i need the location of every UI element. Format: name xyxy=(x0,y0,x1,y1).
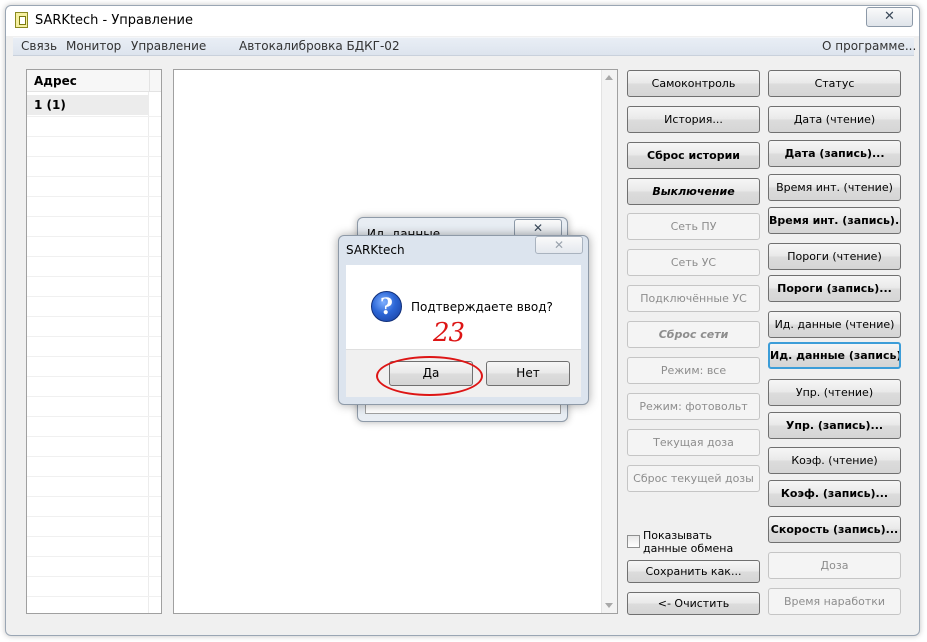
integration-time-read-button[interactable]: Время инт. (чтение) xyxy=(768,174,901,201)
mode-all-button[interactable]: Режим: все xyxy=(627,357,760,384)
question-icon: ? xyxy=(371,291,402,322)
grid-line xyxy=(27,496,161,497)
connected-us-button[interactable]: Подключённые УС xyxy=(627,285,760,312)
scroll-up-arrow-icon[interactable] xyxy=(605,75,613,80)
confirm-dialog-title: SARKtech xyxy=(346,243,405,257)
grid-line xyxy=(27,116,161,117)
grid-line xyxy=(27,376,161,377)
grid-line xyxy=(27,196,161,197)
network-pu-button[interactable]: Сеть ПУ xyxy=(627,213,760,240)
confirm-message: Подтверждаете ввод? xyxy=(411,300,553,314)
id-data-read-button[interactable]: Ид. данные (чтение) xyxy=(768,311,901,338)
scroll-down-arrow-icon[interactable] xyxy=(605,603,613,608)
app-icon xyxy=(15,12,28,28)
grid-line xyxy=(27,276,161,277)
column-divider xyxy=(148,92,149,613)
grid-line xyxy=(27,256,161,257)
control-write-button[interactable]: Упр. (запись)... xyxy=(768,412,901,439)
status-button[interactable]: Статус xyxy=(768,70,901,97)
control-read-button[interactable]: Упр. (чтение) xyxy=(768,379,901,406)
coefficients-read-button[interactable]: Коэф. (чтение) xyxy=(768,447,901,474)
clear-button[interactable]: <- Очистить xyxy=(627,592,760,615)
show-exchange-data-checkbox[interactable] xyxy=(627,535,640,548)
grid-line xyxy=(27,316,161,317)
menu-item-autocalibration[interactable]: Автокалибровка БДКГ-02 xyxy=(239,39,400,53)
address-row[interactable]: 1 (1) xyxy=(27,95,148,115)
self-test-button[interactable]: Самоконтроль xyxy=(627,70,760,97)
menu-item-control[interactable]: Управление xyxy=(131,39,206,53)
integration-time-write-button[interactable]: Время инт. (запись)... xyxy=(768,207,901,234)
save-as-button[interactable]: Сохранить как... xyxy=(627,560,760,583)
confirm-dialog-close-button[interactable]: ✕ xyxy=(535,236,583,254)
shutdown-button[interactable]: Выключение xyxy=(627,178,760,205)
date-read-button[interactable]: Дата (чтение) xyxy=(768,106,901,133)
dose-button[interactable]: Доза xyxy=(768,552,901,579)
grid-line xyxy=(27,516,161,517)
address-list[interactable] xyxy=(26,69,162,614)
menu-item-connection[interactable]: Связь xyxy=(21,39,57,53)
no-button[interactable]: Нет xyxy=(486,361,570,386)
grid-line xyxy=(27,416,161,417)
mode-photovolt-button[interactable]: Режим: фотовольт xyxy=(627,393,760,420)
reset-current-dose-button[interactable]: Сброс текущей дозы xyxy=(627,465,760,492)
network-us-button[interactable]: Сеть УС xyxy=(627,249,760,276)
grid-line xyxy=(27,336,161,337)
history-button[interactable]: История... xyxy=(627,106,760,133)
grid-line xyxy=(27,576,161,577)
grid-line xyxy=(27,176,161,177)
window-title: SARKtech - Управление xyxy=(35,13,193,28)
menu-item-monitor[interactable]: Монитор xyxy=(66,39,121,53)
annotation-number: 23 xyxy=(433,318,465,348)
operating-time-button[interactable]: Время наработки xyxy=(768,588,901,615)
current-dose-button[interactable]: Текущая доза xyxy=(627,429,760,456)
address-column-header[interactable]: Адрес xyxy=(27,70,149,92)
grid-line xyxy=(27,596,161,597)
speed-write-button[interactable]: Скорость (запись)... xyxy=(768,516,901,543)
grid-line xyxy=(27,236,161,237)
grid-line xyxy=(27,396,161,397)
grid-line xyxy=(27,556,161,557)
grid-line xyxy=(27,456,161,457)
grid-line xyxy=(27,436,161,437)
thresholds-read-button[interactable]: Пороги (чтение) xyxy=(768,243,901,270)
date-write-button[interactable]: Дата (запись)... xyxy=(768,140,901,167)
annotation-circle xyxy=(376,356,483,396)
thresholds-write-button[interactable]: Пороги (запись)... xyxy=(768,275,901,302)
address-column-header-extra xyxy=(149,70,161,92)
coefficients-write-button[interactable]: Коэф. (запись)... xyxy=(768,480,901,507)
grid-line xyxy=(27,356,161,357)
menu-item-about[interactable]: О программе... xyxy=(822,39,916,53)
log-scrollbar[interactable] xyxy=(601,70,617,613)
grid-line xyxy=(27,296,161,297)
reset-history-button[interactable]: Сброс истории xyxy=(627,142,760,169)
grid-line xyxy=(27,476,161,477)
close-window-button[interactable]: ✕ xyxy=(866,7,913,27)
grid-line xyxy=(27,136,161,137)
grid-line xyxy=(27,156,161,157)
show-exchange-data-label[interactable]: Показывать данные обмена xyxy=(643,529,758,555)
id-data-write-button[interactable]: Ид. данные (запись)... xyxy=(768,342,901,369)
grid-line xyxy=(27,536,161,537)
reset-network-button[interactable]: Сброс сети xyxy=(627,321,760,348)
grid-line xyxy=(27,216,161,217)
